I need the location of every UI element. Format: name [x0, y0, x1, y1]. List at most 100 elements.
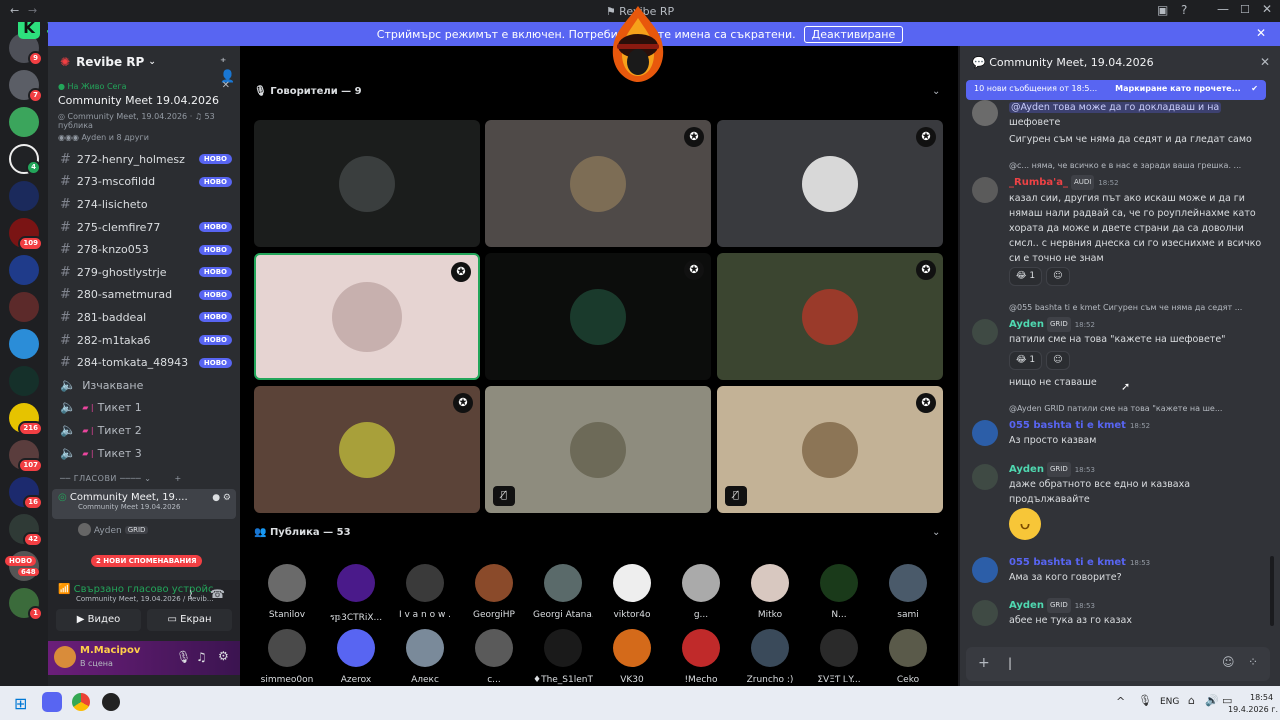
- video-button[interactable]: ▶ Видео: [56, 609, 141, 631]
- banner-close-icon[interactable]: ✕: [1256, 26, 1266, 40]
- k-logo[interactable]: K: [18, 22, 40, 39]
- channel-item[interactable]: #274-lisicheto: [48, 193, 240, 216]
- audience-member[interactable]: Zruncho :): [740, 629, 800, 685]
- live-event-card[interactable]: ● На Живо Сега Community Meet 19.04.2026…: [48, 78, 240, 142]
- channel-item[interactable]: #281-baddeal НОВО: [48, 306, 240, 329]
- server-header[interactable]: ✺ Revibe RP ⌄ ⁺👤: [48, 46, 240, 83]
- new-messages-bar[interactable]: 10 нови съобщения от 18:5... Маркиране ка…: [966, 80, 1266, 100]
- scrollbar[interactable]: [1270, 556, 1274, 626]
- collapse-speakers-icon[interactable]: ⌄: [932, 86, 940, 97]
- inbox-icon[interactable]: ▣: [1157, 3, 1168, 17]
- server-icon-2[interactable]: 7: [9, 70, 43, 103]
- stage-member[interactable]: Ayden GRID: [78, 523, 240, 537]
- screen-share-button[interactable]: ▭ Екран: [147, 609, 232, 631]
- stage-channel-item[interactable]: ◎ Community Meet, 19.... Community Meet …: [52, 489, 236, 520]
- audience-member[interactable]: Stanilov: [257, 564, 317, 620]
- speaker-tile[interactable]: 🎙̸: [485, 386, 711, 513]
- discord-taskbar-icon[interactable]: [42, 692, 62, 712]
- minimize-icon[interactable]: —: [1217, 2, 1229, 16]
- clock-date[interactable]: 19.4.2026 г.: [1228, 705, 1278, 714]
- speaker-tile[interactable]: ✪ 🎙̸: [717, 386, 943, 513]
- channel-item[interactable]: #282-m1taka6 НОВО: [48, 329, 240, 352]
- speaker-tile[interactable]: ✪: [254, 386, 480, 513]
- channel-item[interactable]: #273-mscofildd НОВО: [48, 171, 240, 194]
- server-icon-5[interactable]: [9, 181, 39, 211]
- network-icon[interactable]: ⌂: [1188, 694, 1195, 707]
- audience-member[interactable]: N...: [809, 564, 869, 620]
- audience-member[interactable]: ƩVΞƬ ᏞY...: [809, 629, 869, 685]
- tray-chevron-icon[interactable]: ^: [1116, 695, 1125, 708]
- apps-icon[interactable]: ⁘: [1248, 655, 1258, 669]
- audience-member[interactable]: ♦The_S1lenT♦: [533, 629, 593, 685]
- emoji-icon[interactable]: ☺: [1222, 655, 1235, 669]
- voice-channel-item[interactable]: 🔈 ▰ | Тикет 2: [48, 419, 240, 442]
- chrome-taskbar-icon[interactable]: [72, 693, 90, 711]
- server-icon-14[interactable]: 42: [9, 514, 43, 547]
- voice-category[interactable]: ── ГЛАСОВИ ──── ⌄ +: [60, 474, 240, 483]
- close-icon[interactable]: ✕: [1262, 2, 1272, 16]
- add-reaction-icon[interactable]: ☺: [1046, 351, 1070, 370]
- speakers-header[interactable]: 🎙 Говорители — 9: [254, 86, 362, 97]
- maximize-icon[interactable]: ☐: [1240, 3, 1250, 16]
- channel-item[interactable]: #280-sametmurad НОВО: [48, 284, 240, 307]
- settings-gear-icon[interactable]: ⚙: [218, 649, 229, 663]
- server-icon-6[interactable]: 109: [9, 218, 43, 251]
- audience-member[interactable]: sami: [878, 564, 938, 620]
- close-event-icon[interactable]: ✕: [222, 80, 230, 91]
- audience-member[interactable]: viktor4o: [602, 564, 662, 620]
- server-icon-3[interactable]: [9, 107, 39, 137]
- new-server-badge[interactable]: НОВО: [5, 556, 37, 566]
- audience-member[interactable]: GeorgiHP: [464, 564, 524, 620]
- server-icon-9[interactable]: [9, 329, 39, 359]
- speaker-tile[interactable]: ✪: [717, 120, 943, 247]
- speaker-tile[interactable]: [254, 120, 480, 247]
- avatar[interactable]: [54, 646, 76, 668]
- server-icon-4[interactable]: 4: [9, 144, 41, 175]
- reaction-laugh[interactable]: 😂 1: [1009, 267, 1043, 286]
- audience-member[interactable]: VK30: [602, 629, 662, 685]
- audience-member[interactable]: !Mecho: [671, 629, 731, 685]
- close-chat-icon[interactable]: ✕: [1260, 55, 1270, 69]
- channel-item[interactable]: #279-ghostlystrje НОВО: [48, 261, 240, 284]
- noise-suppress-icon[interactable]: ⌇: [188, 588, 194, 602]
- voice-channel-item[interactable]: 🔈 ▰ | Тикет 3: [48, 442, 240, 465]
- audience-header[interactable]: 👥 Публика — 53: [254, 527, 351, 538]
- audience-member[interactable]: simmeo0on: [257, 629, 317, 685]
- help-icon[interactable]: ?: [1181, 3, 1187, 17]
- server-icon-11[interactable]: 216: [9, 403, 43, 436]
- speaker-tile-active[interactable]: ✪: [254, 253, 480, 380]
- microphone-icon[interactable]: 🎙: [176, 650, 191, 664]
- speaker-tile[interactable]: ✪: [717, 253, 943, 380]
- channel-item[interactable]: #284-tomkata_48943 НОВО: [48, 351, 240, 374]
- speaker-tile[interactable]: ✪: [485, 253, 711, 380]
- channel-item[interactable]: #275-clemfire77 НОВО: [48, 216, 240, 239]
- collapse-audience-icon[interactable]: ⌄: [932, 527, 940, 538]
- add-reaction-icon[interactable]: ☺: [1046, 267, 1070, 286]
- channel-settings-icons[interactable]: ● ⚙: [212, 493, 231, 503]
- disconnect-icon[interactable]: ☎: [210, 587, 225, 601]
- reaction-laugh[interactable]: 😂 1: [1009, 351, 1043, 370]
- audience-member[interactable]: g...: [671, 564, 731, 620]
- voice-channel-item[interactable]: 🔈 ▰ | Тикет 1: [48, 397, 240, 420]
- add-attachment-icon[interactable]: +: [978, 655, 990, 671]
- audience-member[interactable]: Алекс: [395, 629, 455, 685]
- server-icon-7[interactable]: [9, 255, 39, 285]
- speaker-tile[interactable]: ✪: [485, 120, 711, 247]
- headphones-icon[interactable]: ♫: [196, 650, 207, 664]
- audience-member[interactable]: I v a n o w .: [395, 564, 455, 620]
- server-icon-13[interactable]: 16: [9, 477, 43, 510]
- server-icon-8[interactable]: [9, 292, 39, 322]
- audience-member[interactable]: c...: [464, 629, 524, 685]
- channel-item[interactable]: #278-knzo053 НОВО: [48, 238, 240, 261]
- audience-member[interactable]: Azerox: [326, 629, 386, 685]
- tray-mic-icon[interactable]: 🎙: [1138, 694, 1152, 707]
- deactivate-button[interactable]: Деактивиране: [803, 25, 904, 43]
- volume-icon[interactable]: 🔊: [1205, 694, 1219, 707]
- audience-member[interactable]: Ceko: [878, 629, 938, 685]
- clock-time[interactable]: 18:54: [1250, 693, 1273, 702]
- message-input[interactable]: + | ☺ ⁘: [966, 647, 1270, 681]
- server-icon-16[interactable]: 1: [9, 588, 43, 621]
- audience-member[interactable]: Mitko: [740, 564, 800, 620]
- server-icon-12[interactable]: 107: [9, 440, 43, 473]
- windows-start-icon[interactable]: ⊞: [14, 694, 27, 713]
